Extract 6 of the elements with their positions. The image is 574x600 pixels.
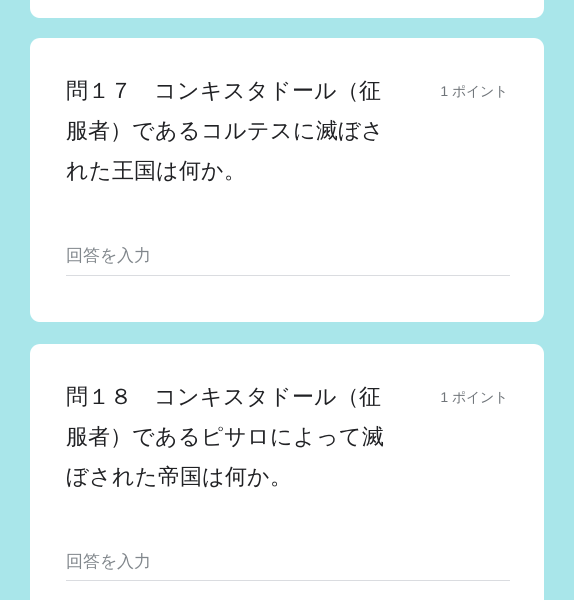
question-text: 問１８ コンキスタドール（征服者）であるピサロによって滅ぼされた帝国は何か。 (66, 382, 385, 490)
points-label: 1 ポイント (440, 388, 508, 406)
answer-field[interactable]: 回答を入力 (66, 542, 510, 581)
answer-field[interactable]: 回答を入力 (66, 237, 510, 276)
points-label: 1 ポイント (440, 82, 508, 101)
question-text: 問１７ コンキスタドール（征服者）であるコルテスに滅ぼされた王国は何か。 (66, 77, 385, 185)
